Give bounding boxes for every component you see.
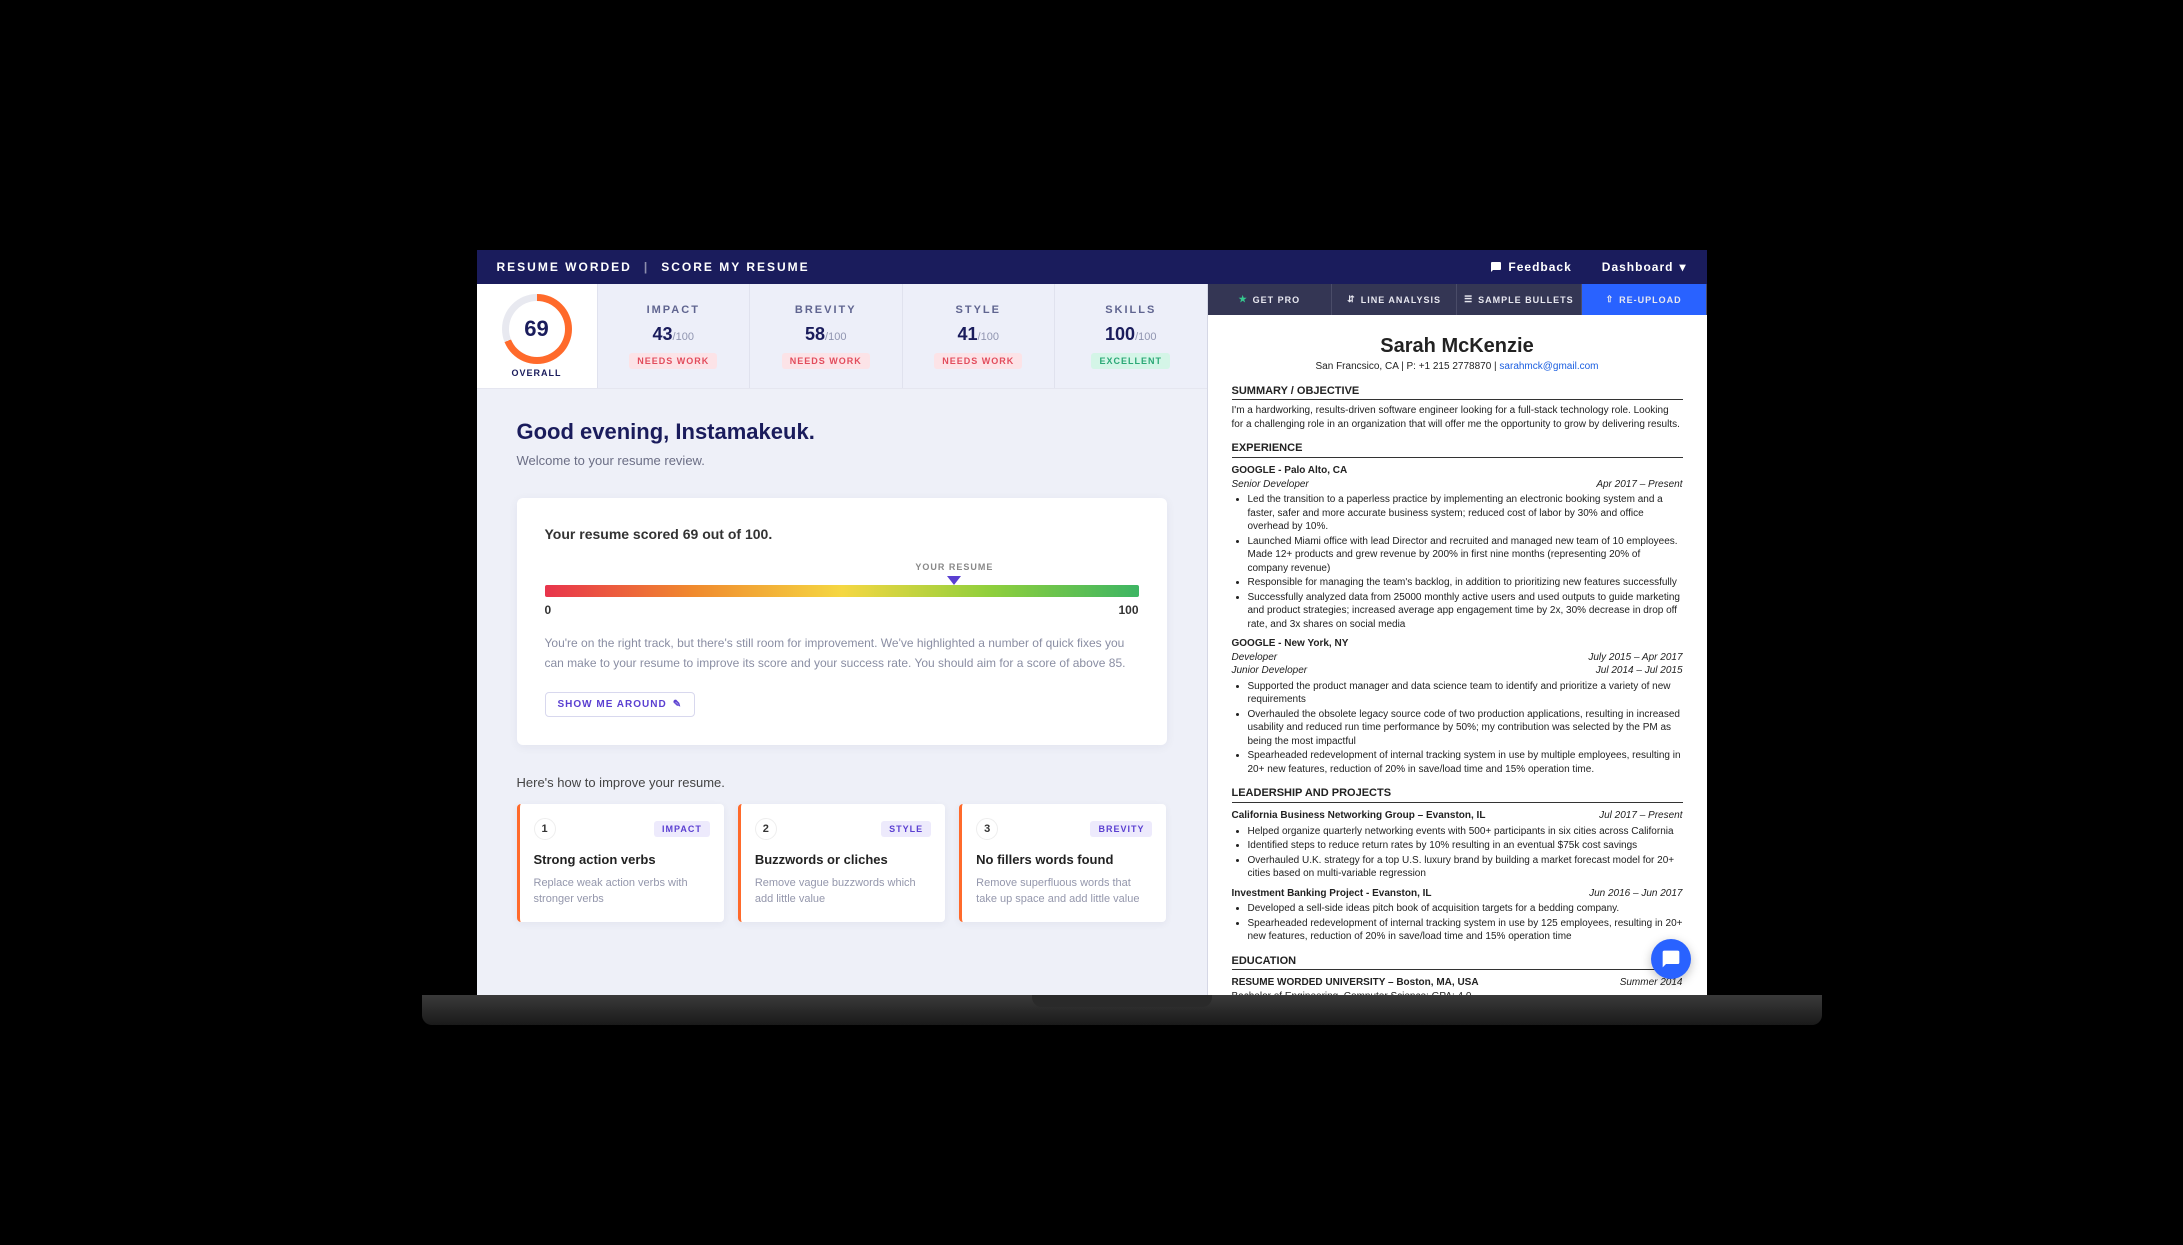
chevron-down-icon: ▾ [1679, 260, 1686, 274]
dashboard-menu[interactable]: Dashboard ▾ [1602, 260, 1687, 274]
chat-icon [1490, 261, 1502, 273]
resume-bullet: Spearheaded redevelopment of internal tr… [1248, 917, 1683, 944]
tab-sample-bullets[interactable]: ☰SAMPLE BULLETS [1457, 284, 1582, 315]
improvement-card[interactable]: 2STYLE Buzzwords or cliches Remove vague… [738, 804, 945, 922]
analysis-icon: ⇵ [1347, 294, 1356, 305]
metric-style[interactable]: STYLE 41/100 NEEDS WORK [902, 284, 1055, 388]
metric-brevity[interactable]: BREVITY 58/100 NEEDS WORK [749, 284, 902, 388]
list-icon: ☰ [1464, 294, 1473, 305]
resume-contact: San Francsico, CA | P: +1 215 2778870 | … [1232, 360, 1683, 374]
wand-icon: ✎ [673, 699, 682, 710]
feedback-link[interactable]: Feedback [1490, 260, 1571, 274]
score-marker-icon [947, 576, 961, 585]
top-nav: RESUME WORDED | SCORE MY RESUME Feedback… [477, 250, 1707, 284]
resume-preview: Sarah McKenzie San Francsico, CA | P: +1… [1208, 315, 1707, 995]
resume-bullet: Successfully analyzed data from 25000 mo… [1248, 591, 1683, 632]
metric-impact[interactable]: IMPACT 43/100 NEEDS WORK [597, 284, 750, 388]
improvement-card[interactable]: 3BREVITY No fillers words found Remove s… [959, 804, 1166, 922]
brand: RESUME WORDED [497, 260, 632, 274]
improve-heading: Here's how to improve your resume. [517, 775, 1167, 790]
resume-bullet: Spearheaded redevelopment of internal tr… [1248, 749, 1683, 776]
overall-score: 69 OVERALL [477, 284, 597, 388]
preview-tabs: ★GET PRO ⇵LINE ANALYSIS ☰SAMPLE BULLETS … [1208, 284, 1707, 315]
tab-line-analysis[interactable]: ⇵LINE ANALYSIS [1332, 284, 1457, 315]
upload-icon: ⇧ [1606, 294, 1615, 305]
resume-bullet: Identified steps to reduce return rates … [1248, 839, 1683, 853]
score-card-heading: Your resume scored 69 out of 100. [545, 526, 1139, 542]
resume-bullet: Developed a sell-side ideas pitch book o… [1248, 902, 1683, 916]
page-subtitle: SCORE MY RESUME [661, 260, 809, 274]
welcome-text: Welcome to your resume review. [517, 453, 1167, 468]
help-chat-button[interactable] [1651, 939, 1691, 979]
resume-bullet: Overhauled U.K. strategy for a top U.S. … [1248, 854, 1683, 881]
resume-bullet: Launched Miami office with lead Director… [1248, 535, 1683, 576]
resume-bullet: Helped organize quarterly networking eve… [1248, 825, 1683, 839]
star-icon: ★ [1239, 294, 1248, 305]
resume-bullet: Supported the product manager and data s… [1248, 680, 1683, 707]
resume-bullet: Responsible for managing the team's back… [1248, 576, 1683, 590]
resume-email-link[interactable]: sarahmck@gmail.com [1499, 361, 1598, 372]
tab-reupload[interactable]: ⇧RE-UPLOAD [1582, 284, 1707, 315]
resume-bullet: Led the transition to a paperless practi… [1248, 493, 1683, 534]
score-explain: You're on the right track, but there's s… [545, 633, 1139, 674]
greeting: Good evening, Instamakeuk. [517, 419, 1167, 445]
tab-get-pro[interactable]: ★GET PRO [1208, 284, 1333, 315]
resume-name: Sarah McKenzie [1232, 333, 1683, 360]
resume-bullet: Overhauled the obsolete legacy source co… [1248, 708, 1683, 749]
improvement-card[interactable]: 1IMPACT Strong action verbs Replace weak… [517, 804, 724, 922]
metric-skills[interactable]: SKILLS 100/100 EXCELLENT [1054, 284, 1207, 388]
chat-icon [1661, 949, 1681, 969]
score-summary-row: 69 OVERALL IMPACT 43/100 NEEDS WORK BREV… [477, 284, 1207, 389]
score-card: Your resume scored 69 out of 100. YOUR R… [517, 498, 1167, 745]
show-me-button[interactable]: SHOW ME AROUND ✎ [545, 692, 696, 717]
score-gradient-bar [545, 585, 1139, 597]
